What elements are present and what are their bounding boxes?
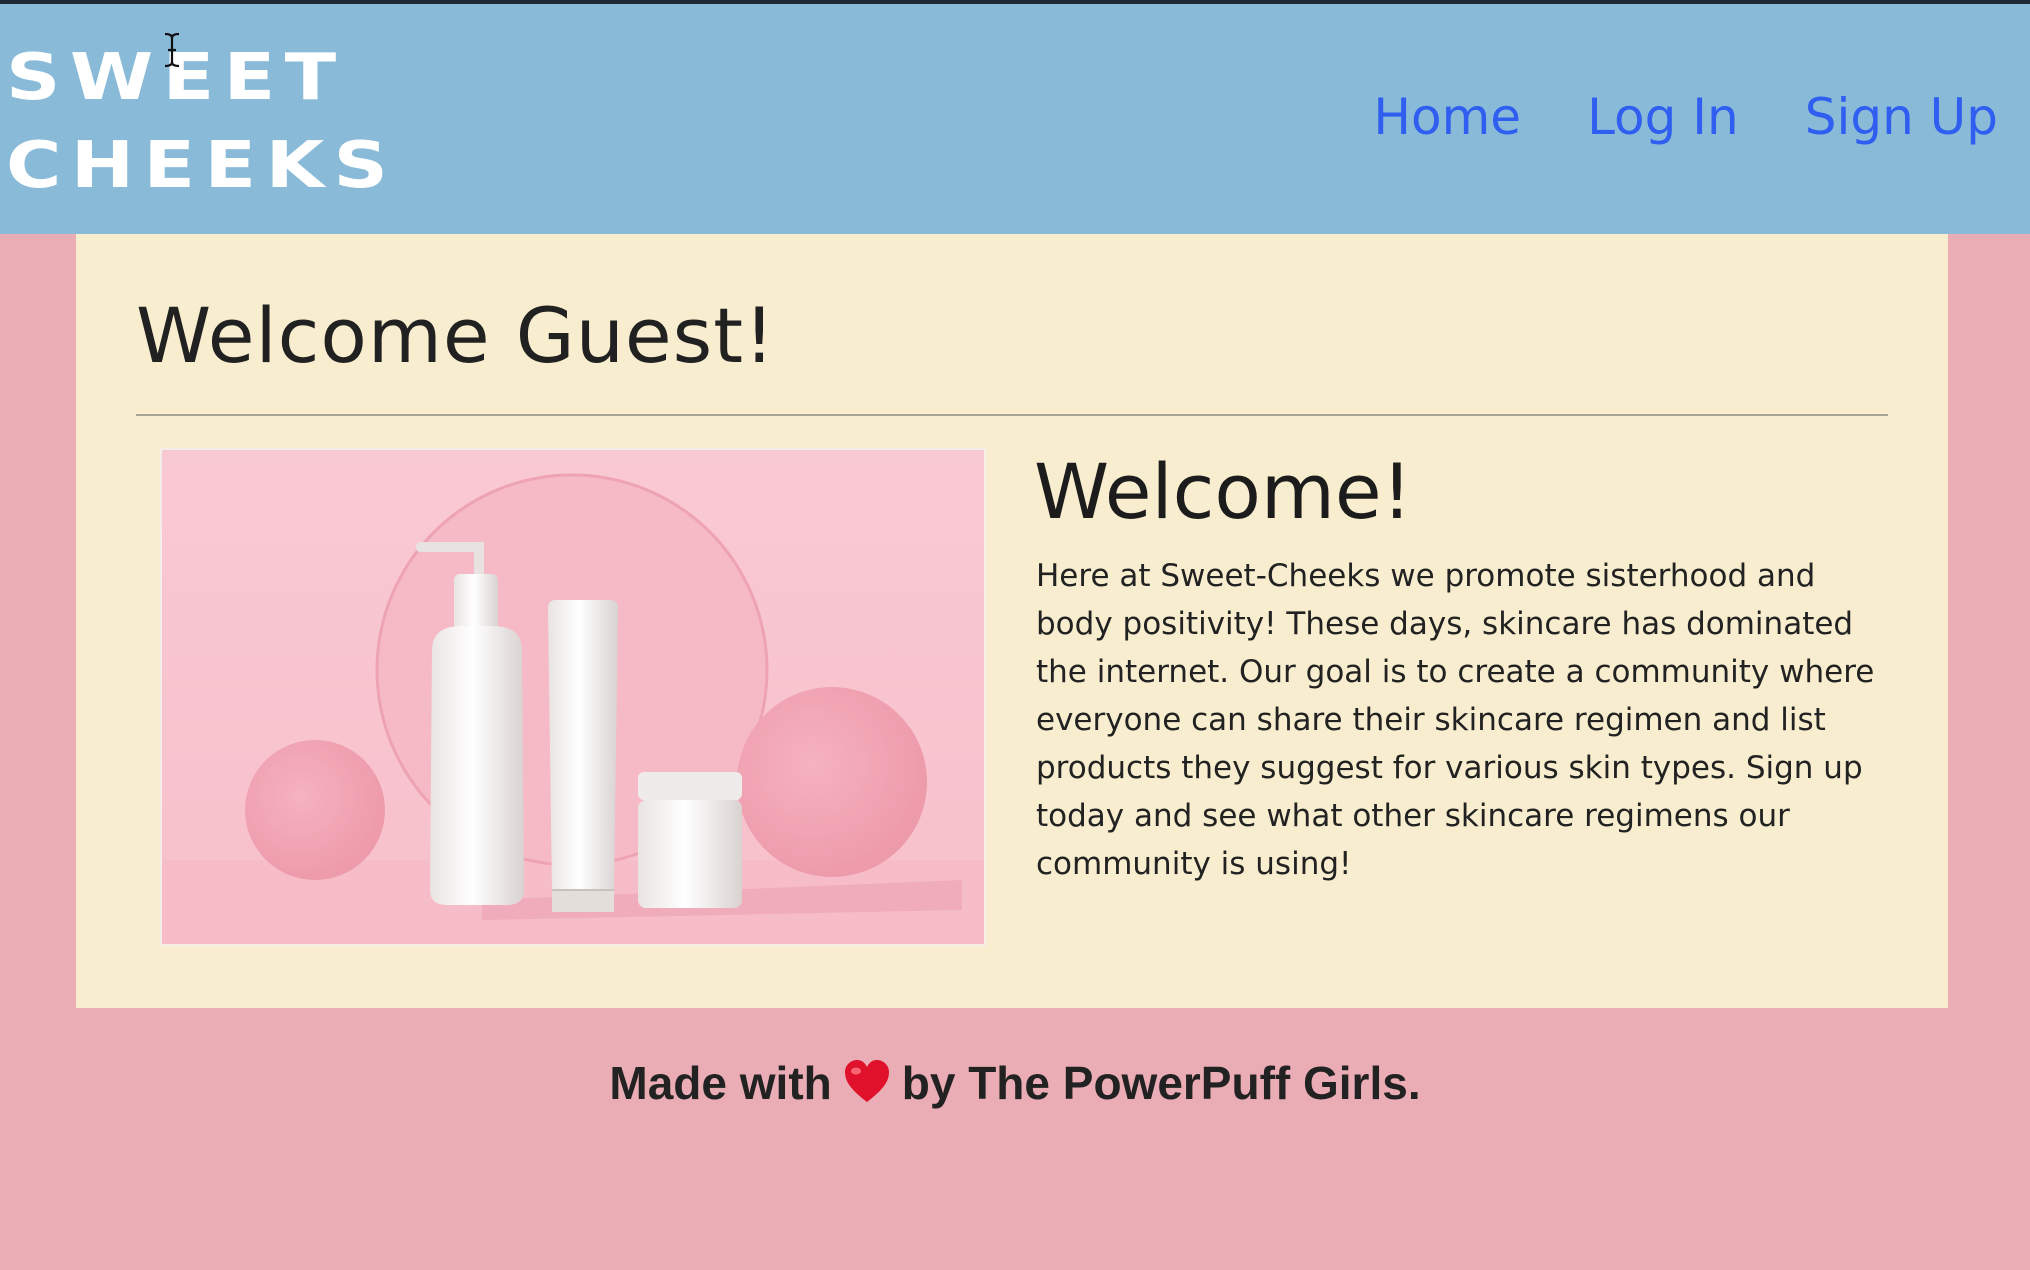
footer-text-after: by The PowerPuff Girls. bbox=[901, 1057, 1421, 1109]
site-logo[interactable]: SWEET CHEEKS bbox=[6, 34, 397, 210]
logo-line-2: CHEEKS bbox=[6, 129, 398, 203]
nav-link-log-in[interactable]: Log In bbox=[1587, 86, 1739, 148]
footer-text-before: Made with bbox=[609, 1057, 832, 1109]
welcome-heading: Welcome! bbox=[1034, 447, 1413, 536]
nav-links: Home Log In Sign Up bbox=[1373, 86, 1998, 148]
heart-icon bbox=[844, 1060, 889, 1102]
nav-link-sign-up[interactable]: Sign Up bbox=[1805, 86, 1998, 148]
footer: Made with by The PowerPuff Girls. bbox=[0, 1050, 2030, 1116]
text-cursor-icon bbox=[164, 32, 180, 68]
page-title: Welcome Guest! bbox=[136, 291, 776, 380]
main-card: Welcome Guest! Welcome! Here at Sweet-Ch… bbox=[76, 234, 1948, 1008]
skincare-products-illustration bbox=[162, 450, 984, 944]
divider bbox=[136, 414, 1888, 416]
nav-link-home[interactable]: Home bbox=[1373, 86, 1521, 148]
logo-line-1: SWEET bbox=[6, 41, 346, 115]
navbar: SWEET CHEEKS Home Log In Sign Up bbox=[0, 4, 2030, 234]
hero-image bbox=[160, 448, 986, 946]
welcome-paragraph: Here at Sweet-Cheeks we promote sisterho… bbox=[1036, 558, 1875, 882]
